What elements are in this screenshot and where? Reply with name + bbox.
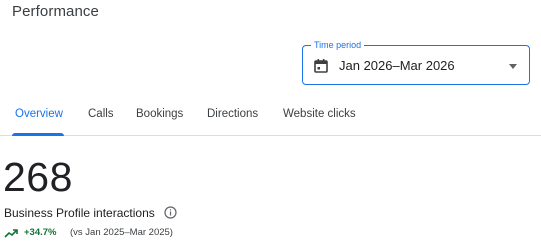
metric-comparison: (vs Jan 2025–Mar 2025) bbox=[70, 227, 173, 238]
tab-overview[interactable]: Overview bbox=[15, 108, 63, 120]
metric-label: Business Profile interactions bbox=[4, 206, 155, 220]
metric-change: +34.7% bbox=[24, 227, 57, 238]
metric-value: 268 bbox=[3, 154, 73, 200]
page-title: Performance bbox=[12, 3, 99, 20]
time-period-label: Time period bbox=[311, 39, 365, 51]
info-icon[interactable] bbox=[164, 206, 177, 219]
tab-directions[interactable]: Directions bbox=[207, 108, 258, 120]
time-period-value: Jan 2026–Mar 2026 bbox=[339, 58, 455, 73]
active-tab-indicator bbox=[12, 133, 64, 136]
tab-bar: Overview Calls Bookings Directions Websi… bbox=[0, 100, 541, 136]
time-period-select[interactable]: Time period Jan 2026–Mar 2026 bbox=[302, 39, 530, 85]
trending-up-icon bbox=[4, 229, 18, 238]
tab-calls[interactable]: Calls bbox=[88, 108, 114, 120]
dropdown-arrow-icon[interactable] bbox=[509, 64, 517, 69]
tab-bookings[interactable]: Bookings bbox=[136, 108, 183, 120]
tab-website-clicks[interactable]: Website clicks bbox=[283, 108, 356, 120]
calendar-icon bbox=[314, 59, 328, 73]
